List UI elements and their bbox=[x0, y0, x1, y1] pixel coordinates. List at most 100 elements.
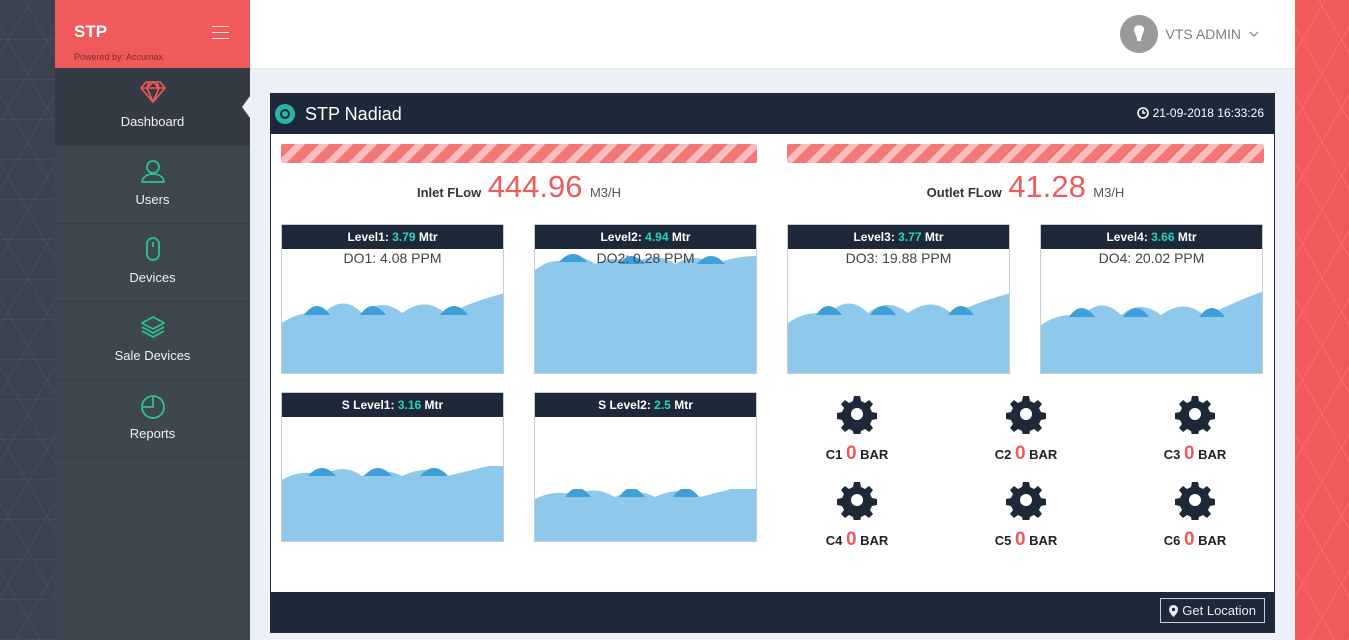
compressor-value: 0 bbox=[1183, 529, 1195, 550]
brand-title: STP bbox=[74, 22, 108, 41]
gear-icon bbox=[837, 482, 877, 522]
tank-unit: Mtr bbox=[924, 230, 944, 244]
tank-header: Level2: 4.94 Mtr bbox=[535, 225, 756, 249]
compressor-unit: BAR bbox=[860, 533, 889, 548]
tank-level4: Level4: 3.66 Mtr DO4: 20.02 PPM bbox=[1040, 224, 1263, 374]
tank-header: Level3: 3.77 Mtr bbox=[788, 225, 1009, 249]
compressor-label: C2 bbox=[994, 447, 1012, 462]
outlet-flow-label: Outlet FLow bbox=[926, 185, 1002, 200]
sidebar-item-label: Dashboard bbox=[120, 114, 185, 129]
sidebar-item-users[interactable]: Users bbox=[55, 146, 250, 224]
tank-label: S Level2: bbox=[598, 398, 651, 412]
compressor-reading: C5 0 BAR bbox=[976, 529, 1076, 551]
diamond-icon bbox=[139, 81, 166, 103]
tank-value: 3.16 bbox=[397, 398, 422, 412]
water-wave bbox=[282, 293, 503, 373]
powered-by: Powered by: Accumax bbox=[74, 52, 164, 62]
sidebar-item-reports[interactable]: Reports bbox=[55, 380, 250, 458]
gear-icon bbox=[1175, 482, 1215, 522]
tank-header: Level1: 3.79 Mtr bbox=[282, 225, 503, 249]
inlet-flow-bar bbox=[281, 144, 757, 163]
compressor-c2: C2 0 BAR bbox=[976, 394, 1076, 465]
water-wave bbox=[535, 254, 756, 373]
compressor-label: C4 bbox=[825, 533, 843, 548]
mouse-icon bbox=[145, 237, 160, 261]
sidebar-item-devices[interactable]: Devices bbox=[55, 224, 250, 302]
background-left bbox=[0, 0, 55, 640]
panel-title: STP Nadiad bbox=[305, 104, 402, 124]
tank-unit: Mtr bbox=[674, 398, 693, 412]
inlet-flow-label: Inlet FLow bbox=[416, 185, 482, 200]
sidebar-item-label: Users bbox=[135, 192, 170, 207]
tank-unit: Mtr bbox=[671, 230, 691, 244]
tank-level2: Level2: 4.94 Mtr DO2: 0.28 PPM bbox=[534, 224, 757, 374]
outlet-flow-bar bbox=[787, 144, 1264, 163]
sidebar-item-dashboard[interactable]: Dashboard bbox=[55, 68, 250, 146]
compressor-unit: BAR bbox=[860, 447, 889, 462]
chevron-down-icon bbox=[1249, 31, 1259, 37]
tank-level3: Level3: 3.77 Mtr DO3: 19.88 PPM bbox=[787, 224, 1010, 374]
tank-level1: Level1: 3.79 Mtr DO1: 4.08 PPM bbox=[281, 224, 504, 374]
water-wave bbox=[1041, 291, 1262, 373]
tank-header: S Level2: 2.5 Mtr bbox=[535, 393, 756, 417]
tank-label: Level1: bbox=[347, 230, 389, 244]
compressor-reading: C2 0 BAR bbox=[976, 443, 1076, 465]
status-icon bbox=[275, 104, 295, 124]
tank-value: 3.79 bbox=[392, 230, 416, 244]
water-wave bbox=[282, 466, 503, 541]
top-bar: VTS ADMIN bbox=[250, 0, 1295, 69]
gear-icon bbox=[837, 396, 877, 436]
tank-value: 3.77 bbox=[898, 230, 922, 244]
layers-icon bbox=[140, 316, 165, 338]
compressor-label: C6 bbox=[1163, 533, 1181, 548]
user-icon bbox=[140, 160, 165, 183]
sidebar: STP Powered by: Accumax Dashboard Users … bbox=[55, 0, 250, 640]
tank-label: Level4: bbox=[1106, 230, 1148, 244]
menu-toggle-icon[interactable] bbox=[212, 26, 229, 40]
compressor-value: 0 bbox=[845, 443, 857, 464]
brand-header: STP Powered by: Accumax bbox=[55, 0, 250, 68]
background-right bbox=[1295, 0, 1349, 640]
sidebar-item-sale-devices[interactable]: Sale Devices bbox=[55, 302, 250, 380]
panel-footer: Get Location bbox=[271, 592, 1274, 632]
compressor-value: 0 bbox=[845, 529, 857, 550]
panel-datetime: 21-09-2018 16:33:26 bbox=[1136, 106, 1264, 120]
do-reading: DO3: 19.88 PPM bbox=[845, 250, 952, 266]
do-reading: DO2: 0.28 PPM bbox=[596, 250, 695, 266]
compressor-c6: C6 0 BAR bbox=[1145, 480, 1245, 551]
do-reading: DO4: 20.02 PPM bbox=[1098, 250, 1205, 266]
tank-value: 2.5 bbox=[654, 398, 671, 412]
compressor-label: C3 bbox=[1163, 447, 1181, 462]
compressor-value: 0 bbox=[1183, 443, 1195, 464]
compressor-label: C5 bbox=[994, 533, 1012, 548]
user-name: VTS ADMIN bbox=[1165, 26, 1241, 42]
water-wave bbox=[535, 489, 756, 541]
sidebar-item-label: Devices bbox=[129, 270, 176, 285]
gear-icon bbox=[1175, 396, 1215, 436]
compressor-reading: C4 0 BAR bbox=[807, 529, 907, 551]
compressor-unit: BAR bbox=[1029, 447, 1058, 462]
compressor-reading: C6 0 BAR bbox=[1145, 529, 1245, 551]
tank-unit: Mtr bbox=[418, 230, 438, 244]
outlet-flow: Outlet FLow 41.28 M3/H bbox=[787, 169, 1264, 205]
panel-header: STP Nadiad 21-09-2018 16:33:26 bbox=[271, 94, 1274, 134]
tank-value: 3.66 bbox=[1151, 230, 1175, 244]
outlet-flow-unit: M3/H bbox=[1093, 185, 1125, 200]
main-content: STP Nadiad 21-09-2018 16:33:26 Inlet FLo… bbox=[250, 69, 1295, 640]
compressor-label: C1 bbox=[825, 447, 843, 462]
compressor-c3: C3 0 BAR bbox=[1145, 394, 1245, 465]
user-menu[interactable]: VTS ADMIN bbox=[1119, 15, 1259, 53]
outlet-flow-value: 41.28 bbox=[1008, 169, 1086, 204]
compressor-value: 0 bbox=[1014, 443, 1026, 464]
compressor-c1: C1 0 BAR bbox=[807, 394, 907, 465]
tank-unit: Mtr bbox=[1177, 230, 1197, 244]
compressor-c5: C5 0 BAR bbox=[976, 480, 1076, 551]
tank-unit: Mtr bbox=[424, 398, 444, 412]
get-location-button[interactable]: Get Location bbox=[1160, 598, 1265, 623]
compressor-reading: C3 0 BAR bbox=[1145, 443, 1245, 465]
sidebar-item-label: Sale Devices bbox=[114, 348, 191, 363]
stp-panel: STP Nadiad 21-09-2018 16:33:26 Inlet FLo… bbox=[270, 93, 1275, 633]
tank-label: S Level1: bbox=[341, 398, 395, 412]
gear-icon bbox=[1006, 396, 1046, 436]
tank-value: 4.94 bbox=[645, 230, 669, 244]
